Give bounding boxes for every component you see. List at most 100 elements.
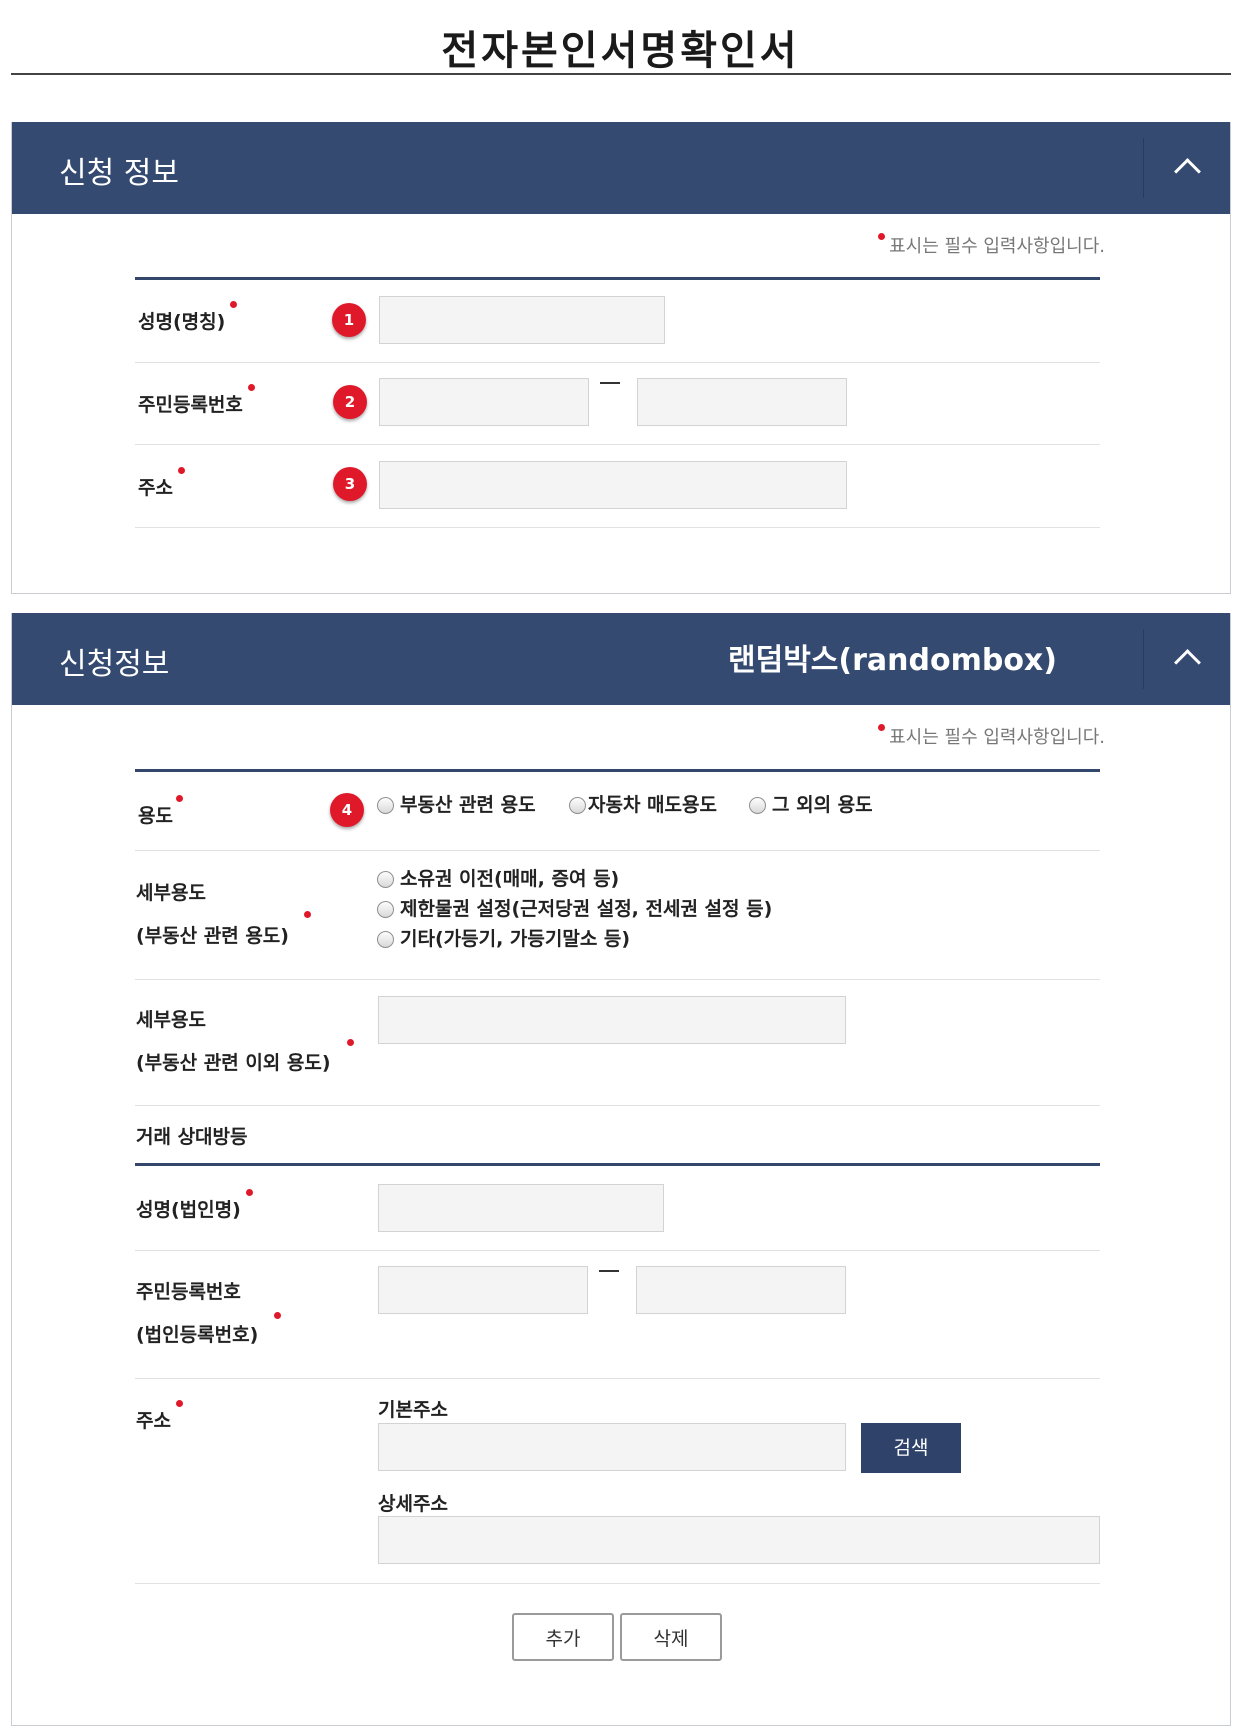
detail-other-label: 세부용도 [136, 1005, 206, 1032]
label-line: 세부용도 [136, 882, 206, 904]
counterparty-rrn-back-input[interactable] [636, 1266, 846, 1314]
usage-info-section: 신청정보 랜덤박스(randombox) 표시는 필수 입력사항입니다. 용도 … [11, 613, 1231, 1726]
required-dot-icon [304, 911, 311, 918]
basic-address-input[interactable] [378, 1423, 846, 1471]
page-title: 전자본인서명확인서 [441, 27, 800, 74]
name-input[interactable] [379, 296, 665, 344]
basic-address-label: 기본주소 [378, 1395, 448, 1422]
required-dot-icon [175, 795, 183, 802]
required-dot-icon [245, 1189, 253, 1196]
title-divider [11, 73, 1231, 75]
required-note: 표시는 필수 입력사항입니다. [878, 232, 1105, 258]
heading-text: 거래 상대방등 [136, 1126, 248, 1148]
row-divider [135, 362, 1100, 363]
form-top-rule [135, 769, 1100, 772]
address-input[interactable] [379, 461, 847, 509]
detail-option-etc[interactable]: 기타(가등기, 가등기말소 등) [377, 924, 630, 951]
radio-button[interactable] [377, 871, 394, 888]
purpose-label: 용도 [138, 795, 183, 828]
section-header: 신청정보 랜덤박스(randombox) [12, 613, 1230, 705]
label-line: (법인등록번호) [136, 1324, 259, 1346]
counterparty-heading: 거래 상대방등 [136, 1122, 248, 1149]
row-divider [135, 979, 1100, 980]
purpose-option-vehicle[interactable]: 자동차 매도용도 [569, 790, 717, 817]
option-label: 기타(가등기, 가등기말소 등) [400, 928, 631, 950]
label-line: (부동산 관련 용도) [136, 925, 289, 947]
label-text: 성명(법인명) [136, 1199, 241, 1221]
option-label: 부동산 관련 용도 [400, 794, 536, 816]
option-label: 그 외의 용도 [772, 794, 873, 816]
detail-option-ownership[interactable]: 소유권 이전(매매, 증여 등) [377, 864, 619, 891]
chevron-up-icon [1174, 649, 1201, 676]
address-search-button[interactable]: 검색 [861, 1423, 961, 1473]
address-label: 주소 [138, 467, 185, 500]
add-button[interactable]: 추가 [512, 1613, 614, 1661]
required-note-text: 표시는 필수 입력사항입니다. [889, 727, 1105, 748]
name-label: 성명(명칭) [138, 301, 238, 334]
radio-button[interactable] [377, 901, 394, 918]
row-divider [135, 1378, 1100, 1379]
purpose-option-realestate[interactable]: 부동산 관련 용도 [377, 790, 536, 817]
detail-realestate-label: 세부용도 [136, 878, 206, 905]
counterparty-rrn-front-input[interactable] [378, 1266, 588, 1314]
required-note: 표시는 필수 입력사항입니다. [878, 723, 1105, 749]
required-dot-icon [878, 724, 886, 731]
applicant-name-display: 랜덤박스(randombox) [728, 643, 1057, 678]
rrn-dash [600, 382, 620, 384]
option-label: 자동차 매도용도 [588, 794, 717, 816]
step-badge-1: 1 [332, 303, 366, 337]
step-badge-2: 2 [333, 385, 367, 419]
applicant-info-section: 신청 정보 표시는 필수 입력사항입니다. 성명(명칭) 1 주민등록번호 2 … [11, 122, 1231, 594]
counterparty-rrn-label-sub: (법인등록번호) [136, 1320, 258, 1347]
purpose-label-text: 용도 [138, 805, 173, 827]
rrn-back-input[interactable] [637, 378, 847, 426]
section-title: 신청정보 [59, 647, 170, 682]
required-dot-icon [878, 233, 886, 240]
row-divider [135, 444, 1100, 445]
row-divider [135, 1105, 1100, 1106]
section-header: 신청 정보 [12, 122, 1230, 214]
row-divider [135, 850, 1100, 851]
step-badge-3: 3 [333, 467, 367, 501]
label-line: (부동산 관련 이외 용도) [136, 1052, 331, 1074]
detail-other-input[interactable] [378, 996, 846, 1044]
counterparty-name-input[interactable] [378, 1184, 664, 1232]
step-badge-4: 4 [330, 793, 364, 827]
label-line: 세부용도 [136, 1009, 206, 1031]
option-label: 소유권 이전(매매, 증여 등) [400, 868, 620, 890]
label-line: 주민등록번호 [136, 1281, 241, 1303]
required-dot-icon [347, 1039, 354, 1046]
counterparty-rrn-label: 주민등록번호 [136, 1277, 241, 1304]
detail-other-label-sub: (부동산 관련 이외 용도) [136, 1048, 331, 1075]
rrn-front-input[interactable] [379, 378, 589, 426]
radio-button[interactable] [377, 931, 394, 948]
detail-address-input[interactable] [378, 1516, 1100, 1564]
radio-button[interactable] [377, 797, 394, 814]
required-dot-icon [247, 384, 255, 391]
detail-address-label: 상세주소 [378, 1489, 448, 1516]
address-label-text: 주소 [138, 477, 173, 499]
collapse-button[interactable] [1144, 613, 1230, 705]
delete-button[interactable]: 삭제 [620, 1613, 722, 1661]
section-title: 신청 정보 [59, 156, 179, 191]
detail-realestate-label-sub: (부동산 관련 용도) [136, 921, 289, 948]
required-dot-icon [175, 1400, 183, 1407]
rrn-label: 주민등록번호 [138, 384, 255, 417]
collapse-button[interactable] [1144, 122, 1230, 214]
required-dot-icon [274, 1312, 281, 1319]
radio-button[interactable] [749, 797, 766, 814]
purpose-option-other[interactable]: 그 외의 용도 [749, 790, 873, 817]
label-text: 주소 [136, 1410, 171, 1432]
detail-option-restricted-right[interactable]: 제한물권 설정(근저당권 설정, 전세권 설정 등) [377, 894, 772, 921]
label-text: 기본주소 [378, 1399, 448, 1421]
counterparty-top-rule [135, 1163, 1100, 1166]
chevron-up-icon [1174, 158, 1201, 185]
rrn-dash [599, 1270, 619, 1272]
name-label-text: 성명(명칭) [138, 311, 226, 333]
option-label: 제한물권 설정(근저당권 설정, 전세권 설정 등) [400, 898, 773, 920]
radio-button[interactable] [569, 797, 586, 814]
required-dot-icon [177, 467, 185, 474]
required-note-text: 표시는 필수 입력사항입니다. [889, 236, 1105, 257]
row-divider [135, 527, 1100, 528]
row-divider [135, 1250, 1100, 1251]
